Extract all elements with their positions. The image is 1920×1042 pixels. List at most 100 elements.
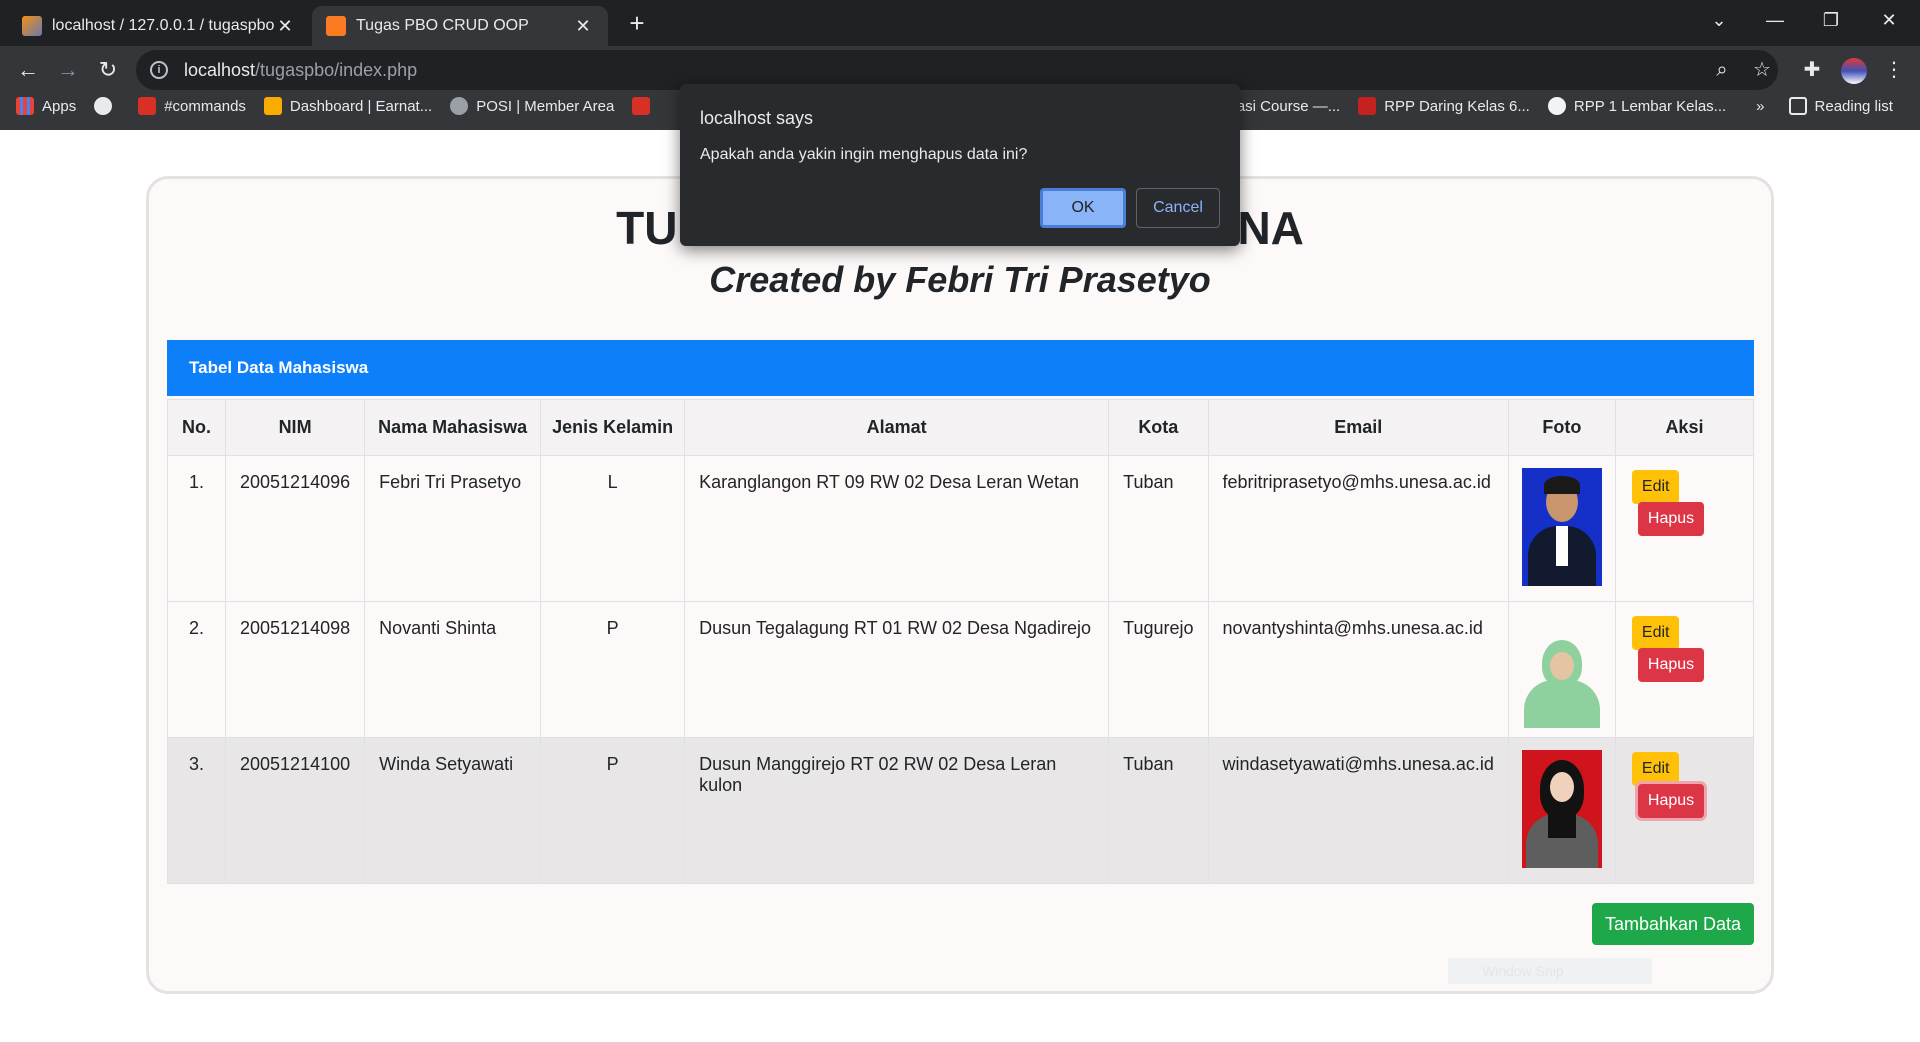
bookmark-rpp-lembar[interactable]: RPP 1 Lembar Kelas... xyxy=(1547,97,1726,115)
profile-avatar[interactable] xyxy=(1836,52,1872,88)
xampp-icon xyxy=(326,16,346,36)
cell-alamat: Dusun Tegalagung RT 01 RW 02 Desa Ngadir… xyxy=(684,601,1110,738)
cancel-button[interactable]: Cancel xyxy=(1136,188,1220,228)
cell-email: febritriprasetyo@mhs.unesa.ac.id xyxy=(1207,455,1509,602)
window-close-icon[interactable]: ✕ xyxy=(1866,6,1912,34)
bookmarks-more[interactable]: » xyxy=(1756,98,1764,115)
tab-phpmyadmin[interactable]: localhost / 127.0.0.1 / tugaspbo / ✕ xyxy=(8,6,310,46)
forward-icon[interactable]: → xyxy=(50,52,86,88)
edit-button[interactable]: Edit xyxy=(1631,616,1680,650)
col-alamat: Alamat xyxy=(684,399,1110,456)
url-path: /tugaspbo/index.php xyxy=(255,59,418,80)
new-tab-button[interactable]: + xyxy=(622,8,652,38)
minimize-icon[interactable]: — xyxy=(1752,6,1798,34)
cell-foto xyxy=(1507,455,1616,602)
col-no: No. xyxy=(167,399,226,456)
dialog-message: Apakah anda yakin ingin menghapus data i… xyxy=(700,146,1028,163)
cell-nama: Febri Tri Prasetyo xyxy=(364,455,542,602)
bookmark-favicon-icon xyxy=(632,97,651,115)
hapus-button[interactable]: Hapus xyxy=(1637,784,1705,818)
dialog-title: localhost says xyxy=(700,108,814,128)
hapus-button[interactable]: Hapus xyxy=(1637,648,1705,682)
tab-search-icon[interactable]: ⌄ xyxy=(1696,6,1742,34)
cell-kota: Tuban xyxy=(1108,737,1209,884)
bookmark-globe[interactable] xyxy=(94,97,120,115)
cell-nama: Winda Setyawati xyxy=(364,737,542,884)
bookmark-favicon-icon xyxy=(1547,97,1566,115)
col-nama: Nama Mahasiswa xyxy=(364,399,542,456)
bookmark-apps[interactable]: Apps xyxy=(16,97,76,115)
close-icon[interactable]: ✕ xyxy=(274,16,296,37)
bookmark-star-icon[interactable]: ☆ xyxy=(1744,52,1780,88)
cell-email: windasetyawati@mhs.unesa.ac.id xyxy=(1207,737,1509,884)
bookmark-hidden[interactable] xyxy=(632,97,658,115)
window-snip-overlay: Window Snip xyxy=(1448,958,1652,984)
menu-icon[interactable]: ⋮ xyxy=(1876,52,1912,88)
bookmark-rpp-daring[interactable]: RPP Daring Kelas 6... xyxy=(1358,97,1530,115)
info-icon[interactable]: i xyxy=(150,61,168,79)
bookmark-favicon-icon xyxy=(263,97,282,115)
cell-nim: 20051214096 xyxy=(224,455,366,602)
cell-jenis-kelamin: P xyxy=(540,601,686,738)
reading-list[interactable]: Reading list xyxy=(1788,97,1893,115)
cell-alamat: Dusun Manggirejo RT 02 RW 02 Desa Leran … xyxy=(684,737,1110,884)
reload-icon[interactable]: ↻ xyxy=(90,52,126,88)
table-caption: Tabel Data Mahasiswa xyxy=(167,340,1754,396)
add-data-button[interactable]: Tambahkan Data xyxy=(1592,903,1754,945)
phpmyadmin-icon xyxy=(22,16,42,36)
cell-aksi: EditHapus xyxy=(1614,737,1755,884)
back-icon[interactable]: ← xyxy=(10,52,46,88)
main-card: TU NA Created by Febri Tri Prasetyo Tabel… xyxy=(146,176,1774,994)
cell-jenis-kelamin: P xyxy=(540,737,686,884)
cell-foto xyxy=(1507,737,1616,884)
tab-strip: localhost / 127.0.0.1 / tugaspbo / ✕ Tug… xyxy=(0,0,1920,46)
col-kota: Kota xyxy=(1108,399,1209,456)
cell-no: 1. xyxy=(167,455,226,602)
cell-aksi: EditHapus xyxy=(1614,601,1755,738)
student-photo xyxy=(1521,468,1602,586)
cell-kota: Tugurejo xyxy=(1108,601,1209,738)
bookmark-favicon-icon xyxy=(1358,97,1377,115)
bookmark-posi[interactable]: POSI | Member Area xyxy=(450,97,614,115)
cell-kota: Tuban xyxy=(1108,455,1209,602)
col-jenis-kelamin: Jenis Kelamin xyxy=(540,399,686,456)
bookmark-dashboard[interactable]: Dashboard | Earnat... xyxy=(263,97,432,115)
bookmark-commands[interactable]: #commands xyxy=(138,97,246,115)
edit-button[interactable]: Edit xyxy=(1631,470,1680,504)
hapus-button[interactable]: Hapus xyxy=(1637,502,1705,536)
globe-icon xyxy=(94,97,113,115)
bookmark-favicon-icon xyxy=(138,97,157,115)
col-aksi: Aksi xyxy=(1614,399,1755,456)
page-subtitle: Created by Febri Tri Prasetyo xyxy=(709,259,1211,300)
student-photo xyxy=(1521,750,1602,868)
bookmark-course[interactable]: masi Course —... xyxy=(1224,98,1340,115)
col-nim: NIM xyxy=(224,399,366,456)
col-email: Email xyxy=(1207,399,1509,456)
cell-email: novantyshinta@mhs.unesa.ac.id xyxy=(1207,601,1509,738)
cell-no: 2. xyxy=(167,601,226,738)
extensions-icon[interactable]: ✚ xyxy=(1794,52,1830,88)
cell-alamat: Karanglangon RT 09 RW 02 Desa Leran Weta… xyxy=(684,455,1110,602)
tab-title: Tugas PBO CRUD OOP xyxy=(356,17,529,34)
edit-button[interactable]: Edit xyxy=(1631,752,1680,786)
url-host: localhost xyxy=(184,59,256,80)
tab-title: localhost / 127.0.0.1 / tugaspbo / xyxy=(52,17,274,34)
maximize-icon[interactable]: ❐ xyxy=(1808,6,1854,34)
confirm-dialog: localhost says Apakah anda yakin ingin m… xyxy=(680,84,1240,246)
cell-nim: 20051214098 xyxy=(224,601,366,738)
cell-no: 3. xyxy=(167,737,226,884)
bookmark-favicon-icon xyxy=(450,97,469,115)
table-header-row: No. NIM Nama Mahasiswa Jenis Kelamin Ala… xyxy=(167,399,1755,456)
col-foto: Foto xyxy=(1507,399,1616,456)
ok-button[interactable]: OK xyxy=(1040,188,1126,228)
zoom-icon[interactable]: ⌕ xyxy=(1704,52,1740,88)
cell-nama: Novanti Shinta xyxy=(364,601,542,738)
apps-grid-icon xyxy=(16,97,34,115)
cell-foto xyxy=(1507,601,1616,738)
table-row: 3. 20051214100 Winda Setyawati P Dusun M… xyxy=(167,737,1755,884)
close-icon[interactable]: ✕ xyxy=(572,16,594,37)
page-content: TU NA Created by Febri Tri Prasetyo Tabel… xyxy=(0,130,1920,1042)
mahasiswa-table: No. NIM Nama Mahasiswa Jenis Kelamin Ala… xyxy=(167,399,1755,884)
cell-jenis-kelamin: L xyxy=(540,455,686,602)
tab-crud[interactable]: Tugas PBO CRUD OOP ✕ xyxy=(312,6,608,46)
